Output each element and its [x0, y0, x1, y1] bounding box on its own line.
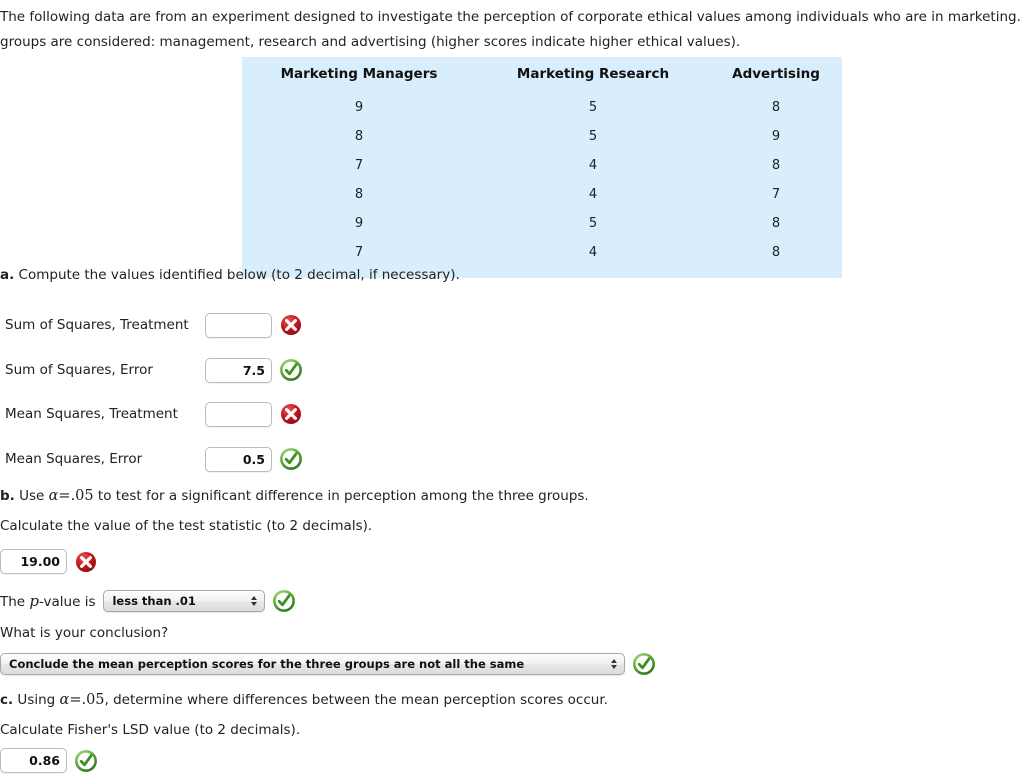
input-fishers-lsd[interactable]	[0, 748, 67, 773]
input-sum-of-squares-treatment[interactable]	[205, 312, 272, 338]
table-body: 9 5 8 8 5 9 7 4 8 8 4 7 9 5 8 7 4 8	[242, 94, 842, 278]
conclusion-question: What is your conclusion?	[0, 625, 169, 641]
part-b-text-post: to test for a significant difference in …	[93, 488, 589, 504]
input-test-statistic[interactable]	[0, 549, 67, 574]
check-circle-icon	[280, 448, 302, 470]
check-circle-icon	[75, 749, 97, 772]
cell-managers: 9	[354, 100, 364, 115]
part-c-calc-text: Calculate Fisher's LSD value (to 2 decim…	[0, 722, 301, 738]
part-a-label: a.	[0, 267, 15, 283]
part-a-text: Compute the values identified below (to …	[14, 267, 460, 283]
cell-managers: 8	[354, 187, 364, 202]
pvalue-row: The p-value is less than .01	[0, 590, 296, 612]
x-circle-icon	[280, 314, 302, 336]
label-mean-squares-treatment: Mean Squares, Treatment	[5, 406, 178, 422]
x-circle-icon	[75, 551, 97, 573]
cell-managers: 9	[354, 216, 364, 231]
equals-symbol: =	[58, 488, 71, 504]
x-circle-icon	[280, 403, 302, 425]
part-b-calc-text: Calculate the value of the test statisti…	[0, 518, 373, 534]
label-sum-of-squares-error: Sum of Squares, Error	[5, 362, 153, 378]
cell-managers: 8	[354, 129, 364, 144]
table-row: 9 5 8	[242, 210, 842, 239]
input-mean-squares-treatment[interactable]	[205, 401, 272, 427]
cell-research: 4	[588, 245, 598, 260]
table-row: 7 4 8	[242, 152, 842, 181]
exercise-page: The following data are from an experimen…	[0, 0, 1024, 778]
part-a-prompt: a. Compute the values identified below (…	[0, 266, 460, 284]
answer-row-lsd	[0, 748, 97, 773]
cell-advertising: 8	[771, 216, 781, 231]
cell-advertising: 8	[771, 245, 781, 260]
cell-managers: 7	[354, 158, 364, 173]
alpha-symbol: α	[48, 488, 59, 504]
column-header-marketing-managers: Marketing Managers	[280, 66, 438, 82]
pvalue-select-value: less than .01	[112, 594, 196, 608]
cell-advertising: 8	[771, 158, 781, 173]
pvalue-select[interactable]: less than .01	[103, 590, 266, 612]
conclusion-select[interactable]: Conclude the mean perception scores for …	[0, 653, 625, 675]
table-row: 8 5 9	[242, 123, 842, 152]
cell-research: 4	[588, 187, 598, 202]
intro-line-1: The following data are from an experimen…	[0, 9, 1024, 25]
alpha-value: .05	[81, 692, 105, 708]
select-stepper-arrows-icon	[610, 657, 617, 671]
part-c-text-pre: Using	[13, 692, 60, 708]
cell-advertising: 7	[771, 187, 781, 202]
check-circle-icon	[280, 359, 302, 381]
answer-row-ss-error: Sum of Squares, Error	[0, 354, 302, 386]
equals-symbol: =	[69, 692, 82, 708]
pvalue-p-symbol: p	[29, 592, 40, 610]
pvalue-label-post: -value is	[39, 594, 96, 610]
pvalue-label: The p-value is	[0, 592, 99, 610]
part-b-text-pre: Use	[14, 488, 49, 504]
intro-line-2: groups are considered: management, resea…	[0, 34, 741, 50]
alpha-symbol: α	[59, 692, 70, 708]
input-mean-squares-error[interactable]	[205, 446, 272, 472]
label-sum-of-squares-treatment: Sum of Squares, Treatment	[5, 317, 189, 333]
cell-advertising: 9	[771, 129, 781, 144]
label-mean-squares-error: Mean Squares, Error	[5, 451, 143, 467]
table-row: 9 5 8	[242, 94, 842, 123]
column-header-marketing-research: Marketing Research	[516, 66, 670, 82]
conclusion-row: Conclude the mean perception scores for …	[0, 653, 655, 675]
table-header: Marketing Managers Marketing Research Ad…	[242, 57, 842, 94]
pvalue-label-pre: The	[0, 594, 30, 610]
alpha-value: .05	[70, 488, 94, 504]
answer-row-ms-treatment: Mean Squares, Treatment	[0, 398, 302, 430]
experiment-data-table: Marketing Managers Marketing Research Ad…	[242, 57, 842, 278]
check-circle-icon	[273, 590, 296, 612]
cell-research: 5	[588, 216, 598, 231]
part-b-prompt: b. Use α=.05 to test for a significant d…	[0, 487, 589, 505]
table-row: 8 4 7	[242, 181, 842, 210]
part-b-label: b.	[0, 488, 15, 504]
cell-research: 4	[588, 158, 598, 173]
intro-paragraph: The following data are from an experimen…	[0, 5, 1024, 55]
input-sum-of-squares-error[interactable]	[205, 357, 272, 383]
part-c-label: c.	[0, 692, 14, 708]
part-c-text-post: , determine where differences between th…	[104, 692, 608, 708]
answer-row-ss-treatment: Sum of Squares, Treatment	[0, 309, 302, 341]
part-c-prompt: c. Using α=.05, determine where differen…	[0, 691, 608, 709]
check-circle-icon	[633, 653, 655, 675]
column-header-advertising: Advertising	[732, 66, 820, 82]
conclusion-select-value: Conclude the mean perception scores for …	[9, 657, 525, 671]
select-stepper-arrows-icon	[250, 594, 257, 608]
table-header-row: Marketing Managers Marketing Research Ad…	[242, 57, 842, 94]
cell-research: 5	[588, 129, 598, 144]
cell-advertising: 8	[771, 100, 781, 115]
data-table-container: Marketing Managers Marketing Research Ad…	[242, 57, 842, 278]
answer-row-ms-error: Mean Squares, Error	[0, 443, 302, 475]
cell-research: 5	[588, 100, 598, 115]
answer-row-test-statistic	[0, 549, 97, 574]
